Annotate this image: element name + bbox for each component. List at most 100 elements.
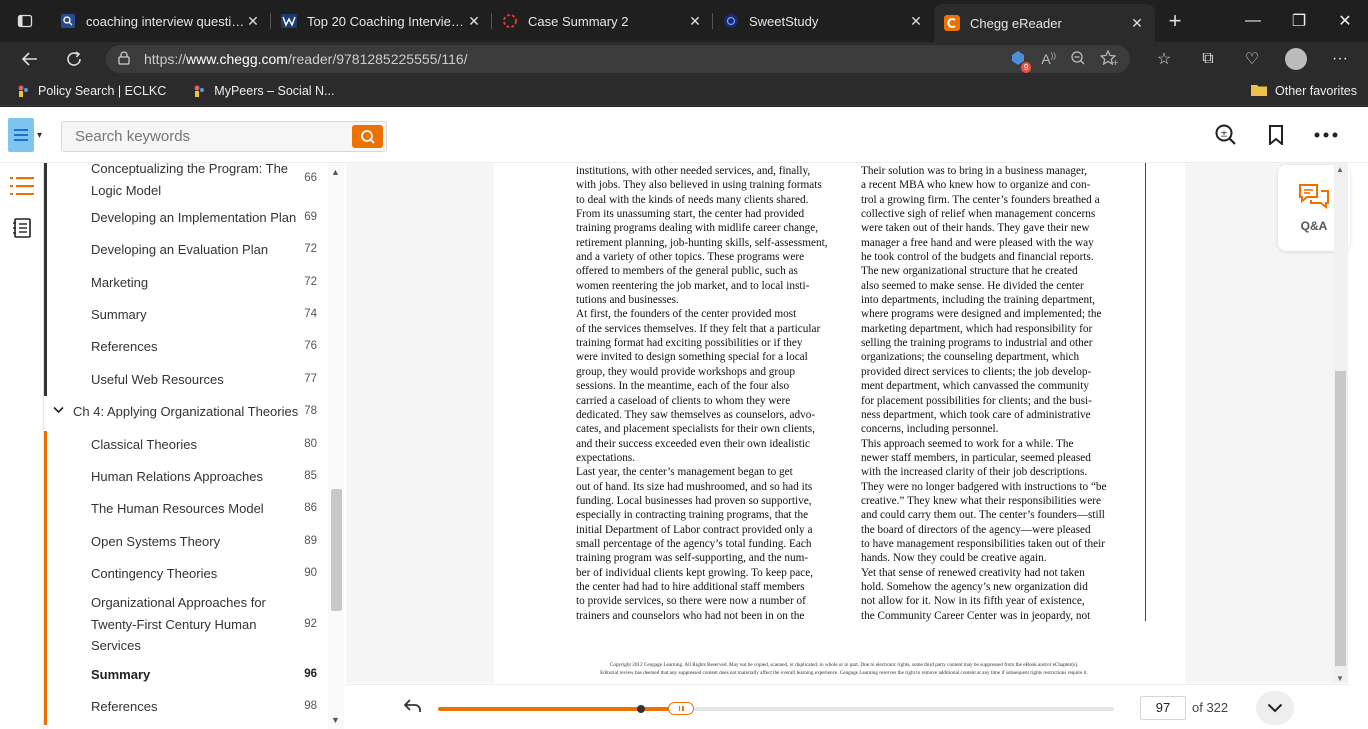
chegg-ereader: ▾ ±	[0, 107, 1368, 729]
collections-icon[interactable]: ⧉	[1186, 50, 1230, 68]
browser-tab[interactable]: Case Summary 2 ✕	[492, 4, 713, 38]
toc-item-page: 76	[304, 340, 317, 352]
close-tab-icon[interactable]: ✕	[466, 13, 482, 30]
close-tab-icon[interactable]: ✕	[908, 13, 924, 30]
copyright-line: Editorial review has deemed that any sup…	[600, 670, 1088, 676]
url-field[interactable]: https://www.chegg.com/reader/97812852255…	[106, 45, 1130, 73]
toc-item[interactable]: Organizational Approaches for Twenty-Fir…	[44, 592, 328, 658]
browser-tab[interactable]: coaching interview questions ✕	[50, 4, 271, 38]
search-button[interactable]	[352, 125, 383, 148]
progress-fill	[438, 707, 682, 711]
toc-item-label: Contingency Theories	[91, 566, 218, 581]
settings-more-icon[interactable]: ···	[1318, 50, 1362, 68]
refresh-icon[interactable]	[52, 42, 96, 76]
back-arrow-icon[interactable]	[8, 42, 52, 76]
page-navigation-bar: 97 of 322	[346, 684, 1350, 729]
toc-item-label: The Human Resources Model	[91, 501, 264, 516]
page-scroll-thumb[interactable]	[1335, 371, 1346, 666]
more-options-icon[interactable]	[1314, 123, 1338, 147]
progress-handle[interactable]	[636, 705, 645, 713]
page-scrollbar[interactable]: ▲ ▼	[1334, 163, 1348, 683]
toc-item-page: 74	[304, 308, 317, 320]
scroll-up-icon[interactable]: ▲	[331, 167, 340, 177]
bookmark-icon[interactable]	[1264, 123, 1288, 147]
add-favorite-icon[interactable]: +	[1099, 49, 1119, 69]
page-text-right-column: Their solution was to bring in a busines…	[861, 165, 1107, 622]
toc-item-page: 72	[304, 243, 317, 255]
favorite-link[interactable]: MyPeers – Social N...	[192, 84, 334, 98]
browser-tab[interactable]: Top 20 Coaching Interview Q ✕	[271, 4, 492, 38]
mypeers-icon	[192, 84, 206, 98]
return-arrow-icon[interactable]	[403, 697, 422, 718]
page-number-input[interactable]: 97	[1140, 696, 1186, 720]
close-tab-icon[interactable]: ✕	[245, 13, 261, 30]
toc-item-page: 90	[304, 567, 317, 579]
browser-essentials-icon[interactable]: ♡	[1230, 49, 1274, 69]
favorite-link[interactable]: Policy Search | ECLKC	[16, 84, 166, 98]
toc-item-label: Developing an Evaluation Plan	[91, 242, 269, 257]
toc-item-label: Developing an Implementation Plan	[91, 210, 297, 225]
other-favorites[interactable]: Other favorites	[1251, 83, 1357, 99]
table-of-contents: Conceptualizing the Program: The Logic M…	[44, 163, 328, 725]
toolbar-icons: ☆ ⧉ ♡ ···	[1142, 42, 1362, 76]
search-input[interactable]	[62, 122, 352, 151]
site-w-icon	[281, 13, 297, 29]
close-window-icon[interactable]: ✕	[1322, 0, 1368, 42]
browser-tab[interactable]: SweetStudy ✕	[713, 4, 934, 38]
new-tab-icon[interactable]: +	[1155, 4, 1195, 38]
copyright-line: Copyright 2012 Cengage Learning. All Rig…	[609, 662, 1079, 668]
minimize-icon[interactable]: —	[1230, 0, 1276, 42]
toc-item-page: 80	[304, 438, 317, 450]
close-tab-icon[interactable]: ✕	[1129, 15, 1145, 32]
toc-item-label: Conceptualizing the Program: The Logic M…	[91, 163, 289, 198]
scroll-up-icon[interactable]: ▲	[1336, 165, 1344, 174]
book-menu-button[interactable]: ▾	[8, 117, 46, 153]
scroll-down-icon[interactable]: ▼	[1336, 674, 1344, 683]
close-tab-icon[interactable]: ✕	[687, 13, 703, 30]
scroll-down-icon[interactable]: ▼	[331, 715, 340, 725]
notes-icon[interactable]	[0, 207, 44, 249]
next-page-button[interactable]	[1256, 691, 1294, 725]
toc-scrollbar[interactable]: ▲ ▼	[328, 163, 344, 729]
lock-icon[interactable]	[118, 50, 130, 68]
extension-icon[interactable]: 9	[1009, 49, 1032, 73]
toc-item-label: Summary	[91, 667, 151, 682]
extension-badge: 9	[1020, 61, 1032, 73]
reader-viewport: institutions, with other needed services…	[346, 163, 1334, 683]
favorites-bar: Policy Search | ECLKC MyPeers – Social N…	[0, 76, 1368, 106]
toc-item-label: References	[91, 339, 158, 354]
url-path: /reader/9781285225555/116/	[287, 51, 468, 67]
page-text-left-column: institutions, with other needed services…	[576, 165, 828, 622]
toc-item-label: Marketing	[91, 275, 149, 290]
read-aloud-icon[interactable]: A))	[1041, 51, 1056, 67]
toc-item-page: 89	[304, 535, 317, 547]
url-actions: 9 A)) +	[1009, 45, 1119, 73]
toc-item-page: 69	[304, 211, 317, 223]
favorites-icon[interactable]: ☆	[1142, 49, 1186, 69]
address-toolbar: https://www.chegg.com/reader/97812852255…	[0, 42, 1368, 76]
browser-tab-active[interactable]: Chegg eReader ✕	[934, 4, 1155, 42]
chevron-down-icon[interactable]	[53, 401, 64, 423]
page-progress-slider[interactable]	[438, 702, 1114, 715]
toc-item-label: Classical Theories	[91, 437, 197, 452]
chat-bubbles-icon	[1299, 184, 1329, 210]
zoom-icon[interactable]: ±	[1214, 123, 1238, 147]
tab-actions-icon[interactable]	[0, 0, 50, 42]
chegg-c-icon	[944, 15, 960, 31]
tab-title: Chegg eReader	[970, 15, 1062, 31]
table-of-contents-icon[interactable]	[0, 165, 44, 207]
toc-scroll-thumb[interactable]	[331, 489, 342, 611]
toc-item-page: 66	[304, 172, 317, 184]
restore-icon[interactable]: ❐	[1276, 0, 1322, 42]
current-chapter-indicator	[44, 431, 47, 725]
toc-item[interactable]: Conceptualizing the Program: The Logic M…	[44, 163, 328, 200]
bookmark-position-marker[interactable]	[668, 702, 695, 715]
toc-item-page: 86	[304, 502, 317, 514]
url-prefix: https://	[144, 51, 187, 67]
chevron-down-icon	[1267, 703, 1283, 713]
tab-title: coaching interview questions	[86, 13, 245, 29]
profile-avatar-icon[interactable]	[1274, 48, 1318, 70]
zoom-out-icon[interactable]	[1070, 50, 1086, 69]
reader-header-actions: ±	[1214, 123, 1338, 147]
copyright-notice: Copyright 2012 Cengage Learning. All Rig…	[524, 661, 1164, 677]
